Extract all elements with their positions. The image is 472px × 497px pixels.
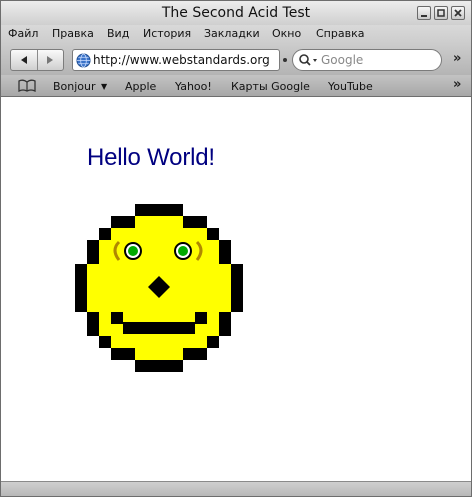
menu-window[interactable]: Окно [272, 27, 301, 40]
minimize-icon [421, 15, 427, 17]
bookmark-yahoo[interactable]: Yahoo! [175, 80, 212, 93]
menu-edit[interactable]: Правка [52, 27, 94, 40]
window-controls [417, 6, 465, 20]
toolbar: http://www.webstandards.org Google » [1, 43, 471, 75]
bookmark-apple[interactable]: Apple [125, 80, 156, 93]
menu-bookmarks[interactable]: Закладки [204, 27, 260, 40]
smiley-face [75, 204, 243, 372]
maximize-button[interactable] [434, 6, 448, 20]
window-title: The Second Acid Test [161, 5, 311, 21]
bookmark-google-maps[interactable]: Карты Google [231, 80, 310, 93]
close-button[interactable] [451, 6, 465, 20]
chevron-down-icon[interactable]: ▼ [101, 82, 107, 91]
bookmark-youtube[interactable]: YouTube [328, 80, 373, 93]
menu-bar: Файл Правка Вид История Закладки Окно Сп… [1, 25, 471, 43]
globe-icon [76, 53, 91, 68]
bookmark-bonjour[interactable]: Bonjour [53, 80, 96, 93]
menu-help[interactable]: Справка [316, 27, 364, 40]
address-url: http://www.webstandards.org [93, 53, 270, 67]
forward-arrow-icon [47, 56, 54, 64]
toolbar-overflow-button[interactable]: » [453, 51, 461, 66]
maximize-icon [437, 9, 445, 17]
search-icon [299, 54, 317, 66]
menu-file[interactable]: Файл [8, 27, 38, 40]
menu-view[interactable]: Вид [107, 27, 129, 40]
back-arrow-icon [20, 56, 27, 64]
minimize-button[interactable] [417, 6, 431, 20]
bookmarks-book-icon[interactable] [17, 79, 37, 93]
nav-buttons [10, 49, 64, 71]
browser-window: The Second Acid Test Файл Правка Вид Ист… [0, 0, 472, 497]
search-placeholder: Google [321, 53, 364, 67]
bookmarks-bar: Bonjour ▼ Apple Yahoo! Карты Google YouT… [1, 75, 471, 97]
page-heading: Hello World! [87, 144, 215, 171]
menu-history[interactable]: История [143, 27, 191, 40]
status-bar [1, 481, 471, 496]
address-dropdown-dot[interactable] [283, 58, 287, 62]
search-field[interactable]: Google [292, 49, 442, 71]
close-icon [454, 9, 462, 17]
bookmarks-overflow-button[interactable]: » [453, 77, 461, 92]
back-button[interactable] [11, 50, 37, 70]
forward-button[interactable] [36, 50, 64, 70]
title-bar[interactable]: The Second Acid Test [1, 1, 471, 25]
address-bar[interactable]: http://www.webstandards.org [72, 49, 280, 71]
page-content: Hello World! [1, 98, 471, 481]
